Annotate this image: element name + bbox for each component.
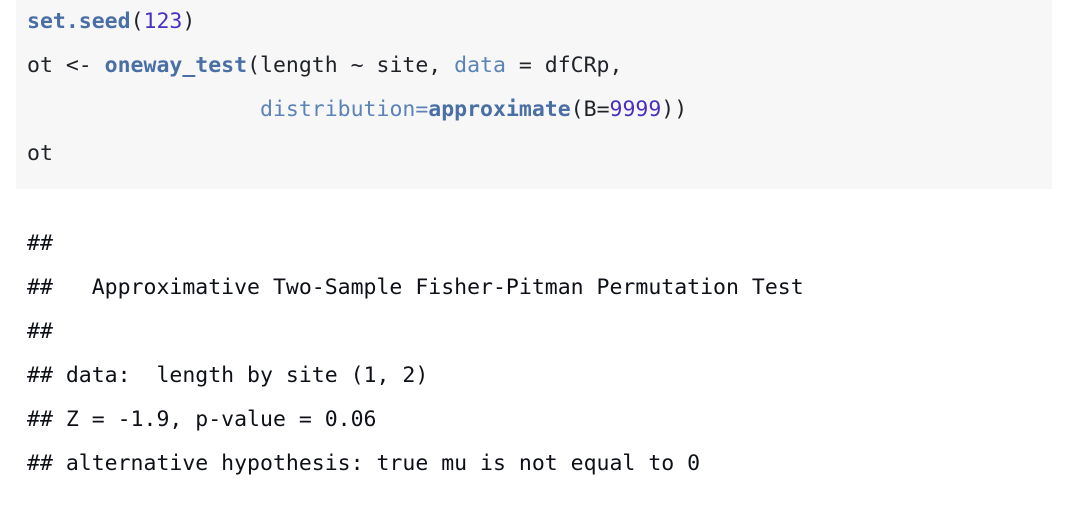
code-token-plain: (length ~ site, <box>247 53 455 78</box>
code-token-fn: set.seed <box>27 9 131 34</box>
code-token-fn: approximate <box>428 97 571 122</box>
console-output-line: ## data: length by site (1, 2) <box>27 363 429 388</box>
code-token-plain: ) <box>182 9 196 34</box>
code-token-plain: ( <box>570 97 584 122</box>
code-token-plain: )) <box>661 97 688 122</box>
code-line: distribution=approximate(B=9999)) <box>16 88 1052 132</box>
console-output-line: ## <box>27 319 66 344</box>
code-token-plain: = dfCRp, <box>505 53 623 78</box>
code-token-plain: ( <box>130 9 144 34</box>
code-token-plain: ot <box>27 141 53 166</box>
console-output-block: ## ## Approximative Two-Sample Fisher-Pi… <box>16 222 1056 486</box>
code-line: set.seed(123) <box>16 0 1052 44</box>
code-line: ot <- oneway_test(length ~ site, data = … <box>16 44 1052 88</box>
console-output-line: ## alternative hypothesis: true mu is no… <box>27 451 701 476</box>
code-token-plain: ot <- <box>27 53 105 78</box>
code-token-plain: B= <box>583 97 610 122</box>
code-token-arg: distribution= <box>260 97 429 122</box>
console-output-line: ## <box>27 231 66 256</box>
code-token-arg: data <box>454 53 506 78</box>
code-token-num: 9999 <box>609 97 662 122</box>
console-output-line: ## Z = -1.9, p-value = 0.06 <box>27 407 377 432</box>
code-line: ot <box>16 132 1052 176</box>
r-code-chunk: set.seed(123) ot <- oneway_test(length ~ … <box>16 0 1052 189</box>
document-page: set.seed(123) ot <- oneway_test(length ~ … <box>0 0 1080 531</box>
code-token-num: 123 <box>143 9 183 34</box>
console-output-line: ## Approximative Two-Sample Fisher-Pitma… <box>27 275 804 300</box>
code-token-fn: oneway_test <box>104 53 248 78</box>
